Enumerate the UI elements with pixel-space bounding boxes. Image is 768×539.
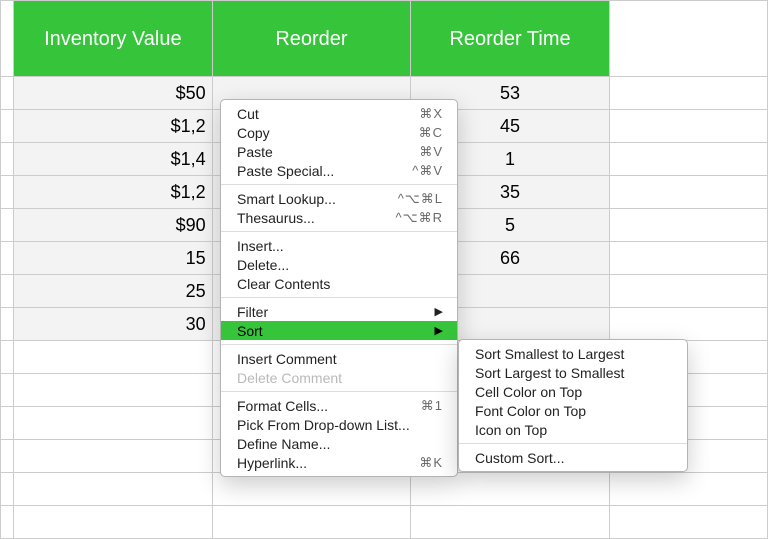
header-reorder[interactable]: Reorder: [212, 1, 411, 77]
menu-label: Insert Comment: [237, 351, 443, 367]
menu-item-cut[interactable]: Cut ⌘X: [221, 104, 457, 123]
menu-label: Custom Sort...: [475, 450, 673, 466]
menu-item-paste[interactable]: Paste ⌘V: [221, 142, 457, 161]
menu-item-copy[interactable]: Copy ⌘C: [221, 123, 457, 142]
cell-inventory[interactable]: $90: [14, 209, 213, 242]
menu-label: Font Color on Top: [475, 403, 673, 419]
menu-separator: [221, 184, 457, 185]
menu-separator: [459, 443, 687, 444]
submenu-item-custom-sort[interactable]: Custom Sort...: [459, 448, 687, 467]
menu-item-smart-lookup[interactable]: Smart Lookup... ^⌥⌘L: [221, 189, 457, 208]
menu-item-sort[interactable]: Sort ▶: [221, 321, 457, 340]
menu-label: Sort Smallest to Largest: [475, 346, 673, 362]
submenu-item-cell-color-top[interactable]: Cell Color on Top: [459, 382, 687, 401]
menu-item-hyperlink[interactable]: Hyperlink... ⌘K: [221, 453, 457, 472]
menu-item-insert-comment[interactable]: Insert Comment: [221, 349, 457, 368]
menu-label: Insert...: [237, 238, 443, 254]
context-menu: Cut ⌘X Copy ⌘C Paste ⌘V Paste Special...…: [220, 99, 458, 477]
submenu-item-sort-largest[interactable]: Sort Largest to Smallest: [459, 363, 687, 382]
cell-inventory[interactable]: $1,2: [14, 110, 213, 143]
menu-shortcut: ^⌥⌘R: [396, 210, 443, 226]
cell-inventory[interactable]: 15: [14, 242, 213, 275]
cell-inventory[interactable]: $1,2: [14, 176, 213, 209]
menu-label: Define Name...: [237, 436, 443, 452]
menu-label: Paste: [237, 144, 419, 160]
menu-item-insert[interactable]: Insert...: [221, 236, 457, 255]
menu-label: Format Cells...: [237, 398, 421, 414]
menu-item-delete-comment: Delete Comment: [221, 368, 457, 387]
header-inventory-value[interactable]: Inventory Value: [14, 1, 213, 77]
menu-item-thesaurus[interactable]: Thesaurus... ^⌥⌘R: [221, 208, 457, 227]
menu-label: Delete Comment: [237, 370, 443, 386]
menu-label: Paste Special...: [237, 163, 412, 179]
cell-inventory[interactable]: 30: [14, 308, 213, 341]
menu-item-format-cells[interactable]: Format Cells... ⌘1: [221, 396, 457, 415]
menu-label: Cut: [237, 106, 419, 122]
cell-inventory[interactable]: $50: [14, 77, 213, 110]
menu-item-delete[interactable]: Delete...: [221, 255, 457, 274]
cell-inventory[interactable]: 25: [14, 275, 213, 308]
menu-label: Hyperlink...: [237, 455, 419, 471]
menu-separator: [221, 231, 457, 232]
menu-item-filter[interactable]: Filter ▶: [221, 302, 457, 321]
cell-inventory[interactable]: $1,4: [14, 143, 213, 176]
submenu-item-sort-smallest[interactable]: Sort Smallest to Largest: [459, 344, 687, 363]
menu-shortcut: ⌘X: [419, 106, 443, 122]
menu-label: Clear Contents: [237, 276, 443, 292]
menu-item-define-name[interactable]: Define Name...: [221, 434, 457, 453]
menu-separator: [221, 344, 457, 345]
submenu-arrow-icon: ▶: [435, 324, 443, 337]
menu-item-paste-special[interactable]: Paste Special... ^⌘V: [221, 161, 457, 180]
menu-shortcut: ⌘1: [421, 398, 443, 414]
menu-shortcut: ⌘K: [419, 455, 443, 471]
menu-shortcut: ⌘C: [419, 125, 443, 141]
menu-separator: [221, 297, 457, 298]
submenu-arrow-icon: ▶: [435, 305, 443, 318]
menu-label: Smart Lookup...: [237, 191, 398, 207]
menu-label: Icon on Top: [475, 422, 673, 438]
menu-separator: [221, 391, 457, 392]
menu-label: Thesaurus...: [237, 210, 396, 226]
menu-label: Delete...: [237, 257, 443, 273]
menu-label: Copy: [237, 125, 419, 141]
menu-label: Sort: [237, 323, 429, 339]
header-reorder-time[interactable]: Reorder Time: [411, 1, 610, 77]
menu-item-clear-contents[interactable]: Clear Contents: [221, 274, 457, 293]
menu-label: Cell Color on Top: [475, 384, 673, 400]
menu-item-pick-from-list[interactable]: Pick From Drop-down List...: [221, 415, 457, 434]
menu-label: Filter: [237, 304, 429, 320]
menu-label: Sort Largest to Smallest: [475, 365, 673, 381]
menu-shortcut: ^⌥⌘L: [398, 191, 443, 207]
menu-shortcut: ⌘V: [419, 144, 443, 160]
menu-label: Pick From Drop-down List...: [237, 417, 443, 433]
menu-shortcut: ^⌘V: [412, 163, 443, 179]
sort-submenu: Sort Smallest to Largest Sort Largest to…: [458, 339, 688, 472]
submenu-item-font-color-top[interactable]: Font Color on Top: [459, 401, 687, 420]
submenu-item-icon-on-top[interactable]: Icon on Top: [459, 420, 687, 439]
